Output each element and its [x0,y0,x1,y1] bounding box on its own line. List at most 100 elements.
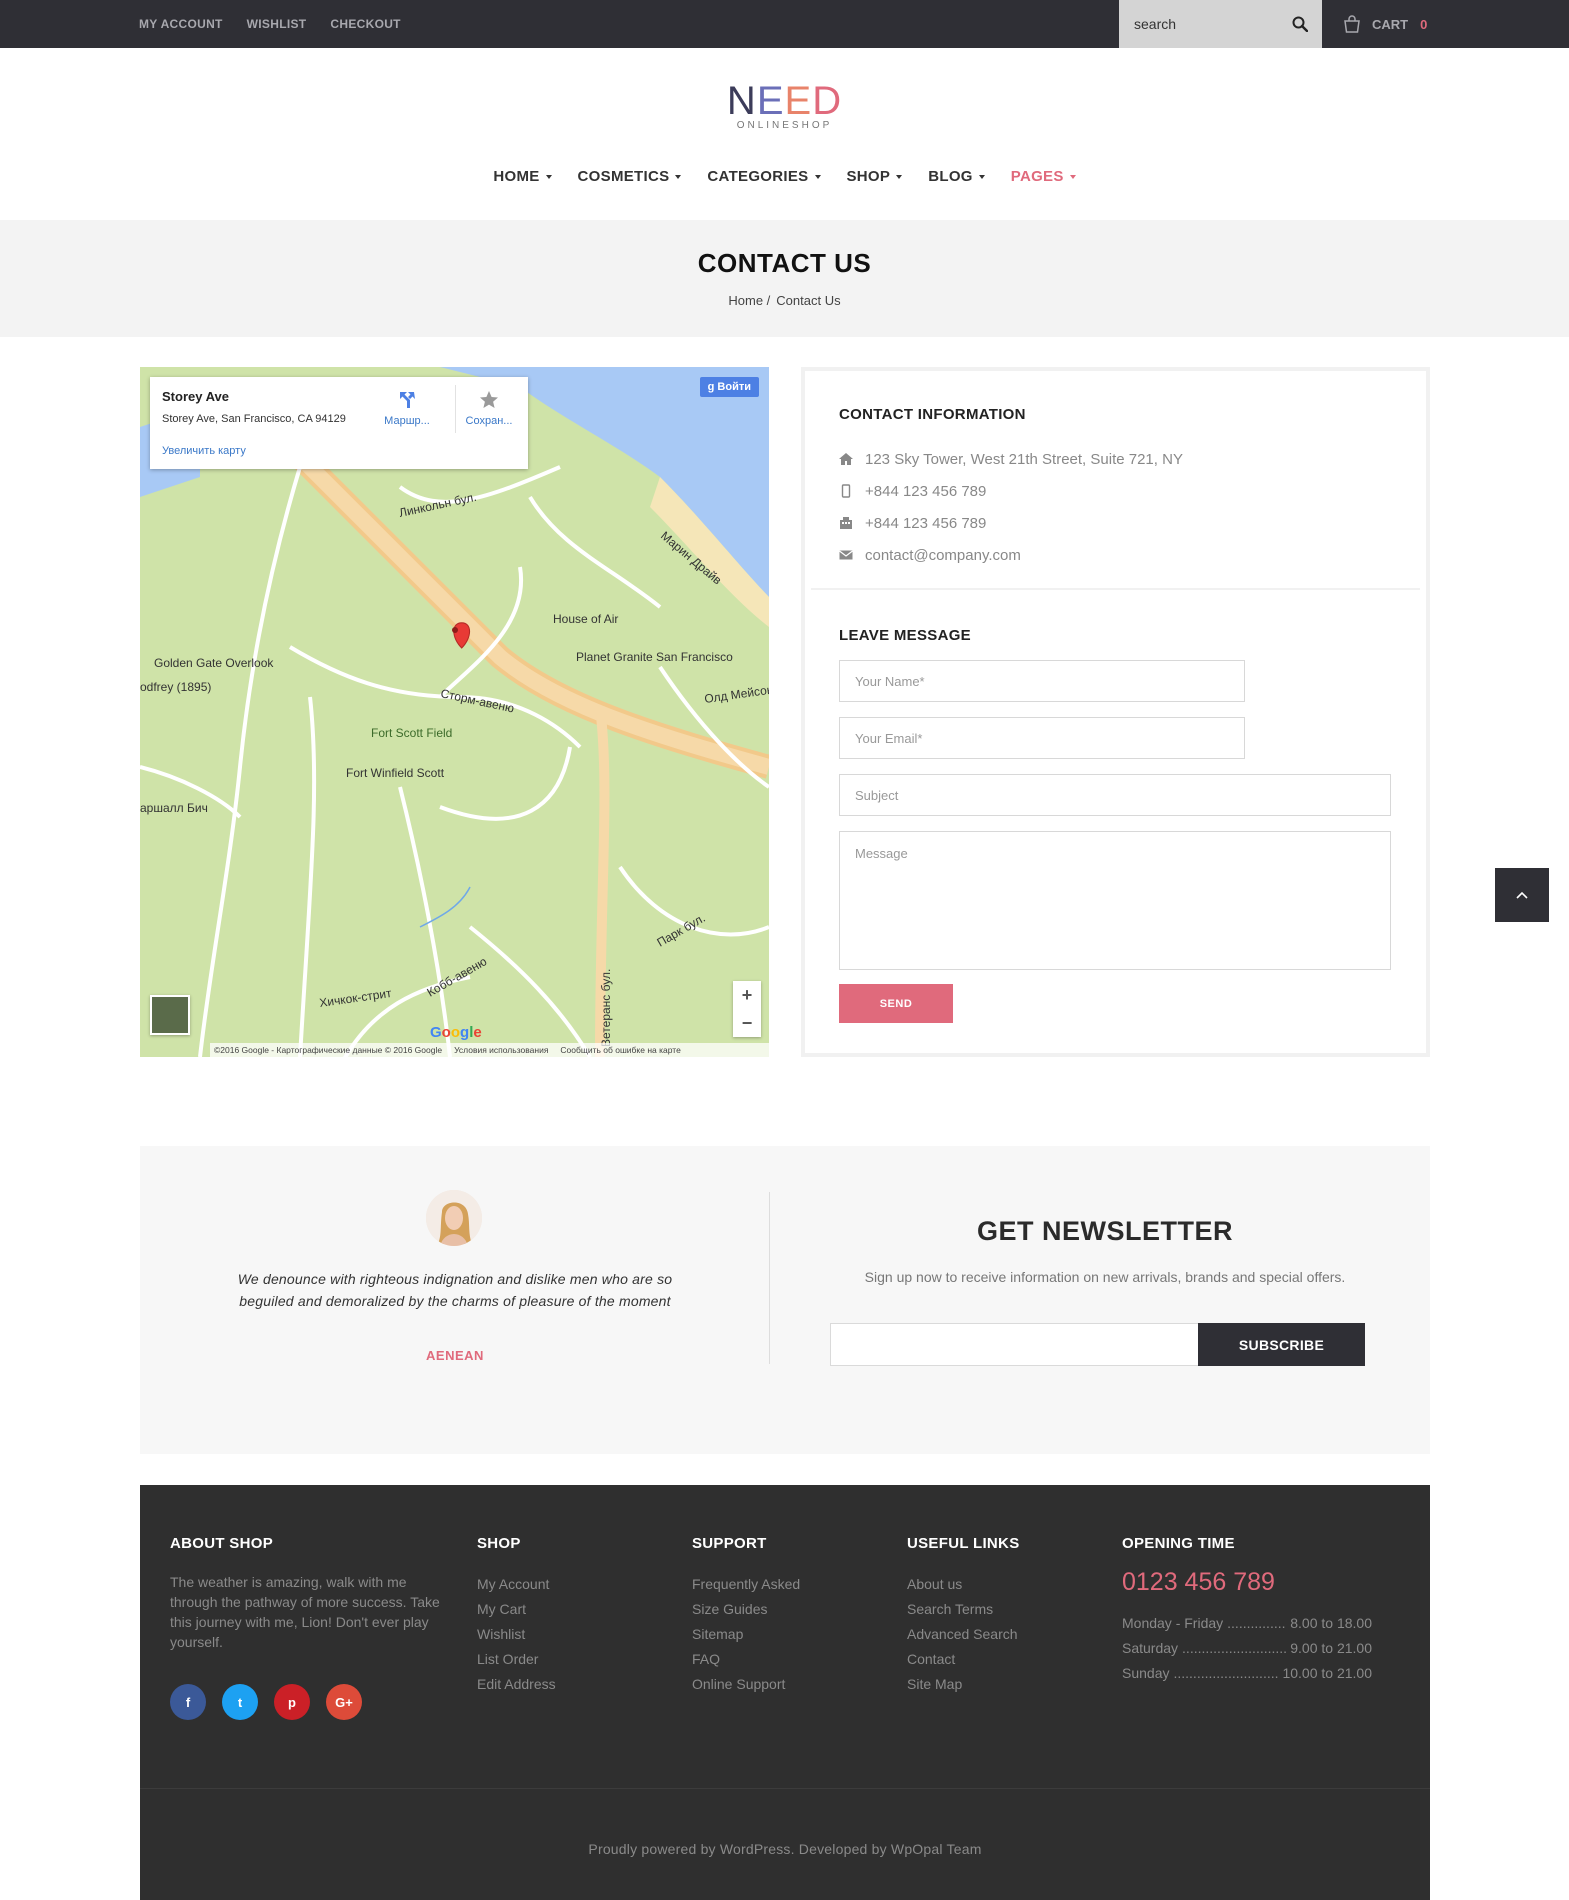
footer-link[interactable]: FAQ [692,1647,800,1672]
footer-about: ABOUT SHOP The weather is amazing, walk … [170,1535,440,1720]
search-box [1119,0,1322,48]
footer-link[interactable]: Site Map [907,1672,1020,1697]
map-place-address: Storey Ave, San Francisco, CA 94129 [162,413,346,425]
footer-link[interactable]: Online Support [692,1672,800,1697]
footer-about-title: ABOUT SHOP [170,1535,274,1552]
mobile-phone-icon [841,484,851,498]
site-logo[interactable]: NEED ONLINESHOP [0,80,1569,131]
cart-button[interactable]: CART 0 [1342,0,1427,48]
satellite-toggle[interactable] [150,995,190,1035]
footer-support-title: SUPPORT [692,1535,767,1552]
google-plus-icon[interactable]: G+ [326,1684,362,1720]
my-account-link[interactable]: MY ACCOUNT [139,17,223,31]
map-canvas[interactable]: Golden Gate Overlook odfrey (1895) House… [140,367,769,1057]
logo-subtitle: ONLINESHOP [736,120,833,131]
map-signin-button[interactable]: g Войти [699,377,759,397]
footer-link[interactable]: My Account [477,1572,556,1597]
checkout-link[interactable]: CHECKOUT [330,17,400,31]
footer-link[interactable]: Search Terms [907,1597,1020,1622]
footer-link[interactable]: Sitemap [692,1622,800,1647]
footer-useful-title: USEFUL LINKS [907,1535,1020,1552]
social-links: f t p G+ [170,1684,440,1720]
footer-link[interactable]: My Cart [477,1597,556,1622]
testimonial-newsletter-band: We denounce with righteous indignation a… [140,1146,1430,1454]
contact-info-list: 123 Sky Tower, West 21th Street, Suite 7… [839,443,1183,571]
caret-down-icon [896,174,903,179]
nav-item-pages[interactable]: PAGES [1011,168,1076,185]
contact-divider [811,588,1420,590]
map-zoom-link[interactable]: Увеличить карту [162,445,246,457]
google-map[interactable]: Golden Gate Overlook odfrey (1895) House… [140,367,769,1057]
footer-divider [140,1788,1430,1789]
footer-about-text: The weather is amazing, walk with me thr… [170,1574,440,1650]
footer-link[interactable]: Size Guides [692,1597,800,1622]
map-zoom-control: + − [733,981,761,1037]
google-logo: Google [430,1024,482,1041]
nav-item-cosmetics[interactable]: COSMETICS [578,168,682,185]
footer-link[interactable]: About us [907,1572,1020,1597]
footer-link[interactable]: Wishlist [477,1622,556,1647]
map-label: House of Air [553,612,618,626]
map-label: Planet Granite San Francisco [576,650,733,664]
facebook-icon[interactable]: f [170,1684,206,1720]
contact-info-title: CONTACT INFORMATION [839,406,1026,423]
search-icon[interactable] [1292,16,1308,32]
directions-icon [400,392,415,408]
zoom-out-button[interactable]: − [733,1009,761,1037]
contact-fax: +844 123 456 789 [839,507,1183,539]
nav-item-blog[interactable]: BLOG [928,168,985,185]
map-report-link[interactable]: Сообщить об ошибке на карте [560,1045,680,1055]
top-links: MY ACCOUNT WISHLIST CHECKOUT [139,0,401,48]
fax-icon [840,517,852,529]
footer-phone: 0123 456 789 [1122,1568,1275,1596]
footer-link[interactable]: Contact [907,1647,1020,1672]
nav-item-categories[interactable]: CATEGORIES [707,168,821,185]
breadcrumb-home[interactable]: Home / [728,293,770,308]
main-nav: HOME COSMETICS CATEGORIES SHOP BLOG PAGE… [0,168,1569,185]
hours-row: Monday - Friday.........................… [1122,1615,1372,1631]
chevron-up-icon [1516,891,1528,899]
map-save-button[interactable]: Сохран... [454,389,524,427]
map-copyright: ©2016 Google - Картографические данные ©… [214,1045,443,1055]
nav-item-home[interactable]: HOME [493,168,552,185]
footer-link[interactable]: Edit Address [477,1672,556,1697]
twitter-icon[interactable]: t [222,1684,258,1720]
wishlist-link[interactable]: WISHLIST [247,17,307,31]
pinterest-icon[interactable]: p [274,1684,310,1720]
newsletter-email-input[interactable] [830,1323,1200,1366]
name-field[interactable] [839,660,1245,702]
contact-phone: +844 123 456 789 [839,475,1183,507]
map-place-card: Storey Ave Storey Ave, San Francisco, CA… [150,377,528,469]
map-label: Ветеранс бул. [599,969,613,1047]
email-field[interactable] [839,717,1245,759]
newsletter-subtitle: Sign up now to receive information on ne… [864,1269,1346,1285]
send-button[interactable]: SEND [839,984,953,1023]
footer-opening-time: OPENING TIME 0123 456 789 Monday - Frida… [1122,1535,1372,1686]
breadcrumb: Home / Contact Us [0,293,1569,308]
search-input[interactable] [1119,0,1279,48]
subscribe-button[interactable]: SUBSCRIBE [1198,1323,1365,1366]
map-label: odfrey (1895) [140,680,211,694]
map-terms-link[interactable]: Условия использования [454,1045,548,1055]
site-footer: ABOUT SHOP The weather is amazing, walk … [140,1485,1430,1900]
message-field[interactable] [839,831,1391,970]
map-place-name: Storey Ave [162,389,229,404]
nav-item-shop[interactable]: SHOP [847,168,903,185]
footer-link[interactable]: Advanced Search [907,1622,1020,1647]
footer-link[interactable]: List Order [477,1647,556,1672]
caret-down-icon [545,174,552,179]
testimonial-author: AENEAN [426,1348,484,1363]
star-icon [480,391,498,408]
caret-down-icon [675,174,682,179]
contact-email[interactable]: contact@company.com [839,539,1183,571]
cart-label: CART [1372,16,1409,32]
footer-link[interactable]: Frequently Asked [692,1572,800,1597]
zoom-in-button[interactable]: + [733,981,761,1009]
page-title-band: CONTACT US Home / Contact Us [0,220,1569,337]
back-to-top-button[interactable] [1495,868,1549,922]
caret-down-icon [1069,174,1076,179]
newsletter-title: GET NEWSLETTER [977,1216,1233,1246]
envelope-icon [839,550,853,560]
subject-field[interactable] [839,774,1391,816]
map-route-button[interactable]: Маршр... [372,389,442,427]
